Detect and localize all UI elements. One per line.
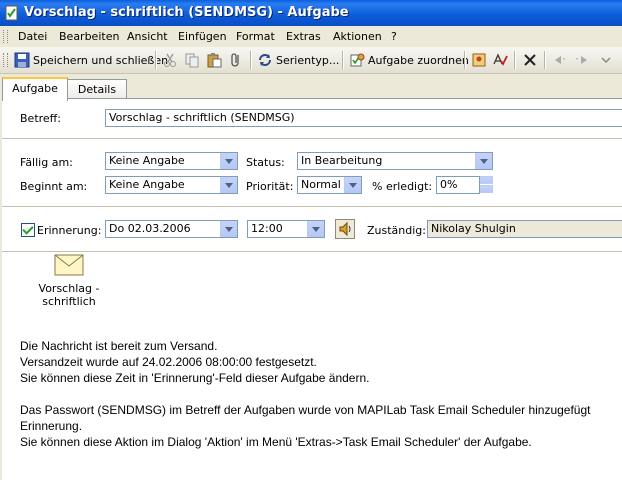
assign-task-icon [350,53,365,67]
toolbar-separator [514,51,516,69]
attach-icon[interactable] [228,52,244,68]
standard-toolbar: Speichern und schließen Serientyp... Auf… [0,47,622,74]
chevron-down-icon[interactable] [307,221,324,237]
start-date-value: Keine Angabe [109,178,185,191]
percent-complete-label: % erledigt: [372,180,433,193]
menu-extras[interactable]: Extras [286,30,321,43]
toolbar-separator [342,51,344,69]
toolbar-separator [544,51,546,69]
attachment-label-line: schriftlich [42,295,96,308]
chevron-down-icon[interactable] [475,153,492,169]
body-text-line: Versandzeit wurde auf 24.02.2006 08:00:0… [20,355,317,369]
reminder-label: Erinnerung: [37,224,102,237]
toolbar-overflow-icon[interactable] [598,52,614,68]
divider [2,206,622,207]
recurrence-label: Serientyp... [276,53,340,67]
save-close-button[interactable]: Speichern und schließen [14,51,168,69]
menu-bearbeiten[interactable]: Bearbeiten [59,30,119,43]
delete-icon[interactable] [522,52,538,68]
window-title: Vorschlag - schriftlich (SENDMSG) - Aufg… [24,5,349,20]
reminder-time-select[interactable]: 12:00 [247,220,325,238]
body-text-line: Die Nachricht ist bereit zum Versand. [20,339,218,353]
recurrence-button[interactable]: Serientyp... [257,51,339,69]
menu-bar: Datei Bearbeiten Ansicht Einfügen Format… [0,26,622,47]
due-date-value: Keine Angabe [109,154,185,167]
tab-strip: Aufgabe Details [0,77,622,101]
body-text-line: Das Passwort (SENDMSG) im Betreff der Au… [20,403,591,417]
chevron-down-icon[interactable] [344,177,361,193]
save-icon [14,52,30,68]
menu-ansicht[interactable]: Ansicht [127,30,168,43]
envelope-icon[interactable] [54,254,84,276]
chevron-down-icon[interactable] [220,153,237,169]
reminder-time-value: 12:00 [251,222,283,235]
copy-icon[interactable] [184,52,200,68]
percent-complete-input[interactable]: 0% [436,176,480,194]
assign-task-label: Aufgabe zuordnen [368,53,469,67]
previous-item-icon[interactable] [552,52,568,68]
menu-format[interactable]: Format [236,30,275,43]
menu-help[interactable]: ? [391,30,397,43]
chevron-down-icon[interactable] [220,177,237,193]
menu-grip [3,30,8,43]
paste-icon[interactable] [206,52,222,68]
reminder-date-select[interactable]: Do 02.03.2006 [105,220,238,238]
status-value: In Bearbeitung [301,154,383,167]
menu-datei[interactable]: Datei [18,30,47,43]
attachment-label[interactable]: Vorschlag - schriftlich [30,282,108,308]
priority-value: Normal [301,178,341,191]
start-date-label: Beginnt am: [20,180,88,193]
body-text-line: Erinnerung. [20,419,83,433]
toolbar-grip [3,53,8,67]
body-text-line: Sie können diese Zeit in 'Erinnerung'-Fe… [20,371,370,385]
spin-up-icon[interactable] [480,176,493,184]
next-item-icon[interactable] [574,52,590,68]
body-text-line: Sie können diese Aktion im Dialog 'Aktio… [20,435,532,449]
subject-input[interactable]: Vorschlag - schriftlich (SENDMSG) [105,109,622,127]
priority-label: Priorität: [246,180,294,193]
divider [2,138,622,139]
task-icon [5,5,18,21]
save-close-label: Speichern und schließen [33,53,169,67]
attachment-label-line: Vorschlag - [38,282,100,295]
reminder-sound-icon[interactable] [335,219,355,239]
chevron-down-icon[interactable] [220,221,237,237]
title-bar: Vorschlag - schriftlich (SENDMSG) - Aufg… [0,0,622,26]
due-date-label: Fällig am: [20,156,73,169]
reminder-checkbox[interactable] [21,223,35,237]
spelling-check-icon[interactable] [492,52,508,68]
cut-icon[interactable] [162,52,178,68]
reminder-date-value: Do 02.03.2006 [109,222,191,235]
notes-area[interactable]: Vorschlag - schriftlich Die Nachricht is… [2,251,622,480]
menu-einfuegen[interactable]: Einfügen [178,30,227,43]
assign-task-button[interactable]: Aufgabe zuordnen [349,51,469,69]
toolbar-separator [464,51,466,69]
owner-label: Zuständig: [367,224,426,237]
owner-field: Nikolay Shulgin [427,220,622,238]
tab-details[interactable]: Details [67,79,127,100]
tab-aufgabe[interactable]: Aufgabe [2,77,68,101]
spin-down-icon[interactable] [480,185,493,193]
subject-label: Betreff: [20,112,61,125]
toolbar-separator [250,51,252,69]
status-select[interactable]: In Bearbeitung [297,152,493,170]
status-label: Status: [246,156,285,169]
toolbar-separator [155,51,157,69]
recurrence-icon [259,54,271,66]
start-date-select[interactable]: Keine Angabe [105,176,238,194]
menu-aktionen[interactable]: Aktionen [333,30,382,43]
priority-select[interactable]: Normal [297,176,362,194]
task-form: Betreff: Vorschlag - schriftlich (SENDMS… [2,98,622,251]
due-date-select[interactable]: Keine Angabe [105,152,238,170]
address-book-icon[interactable] [471,52,487,68]
